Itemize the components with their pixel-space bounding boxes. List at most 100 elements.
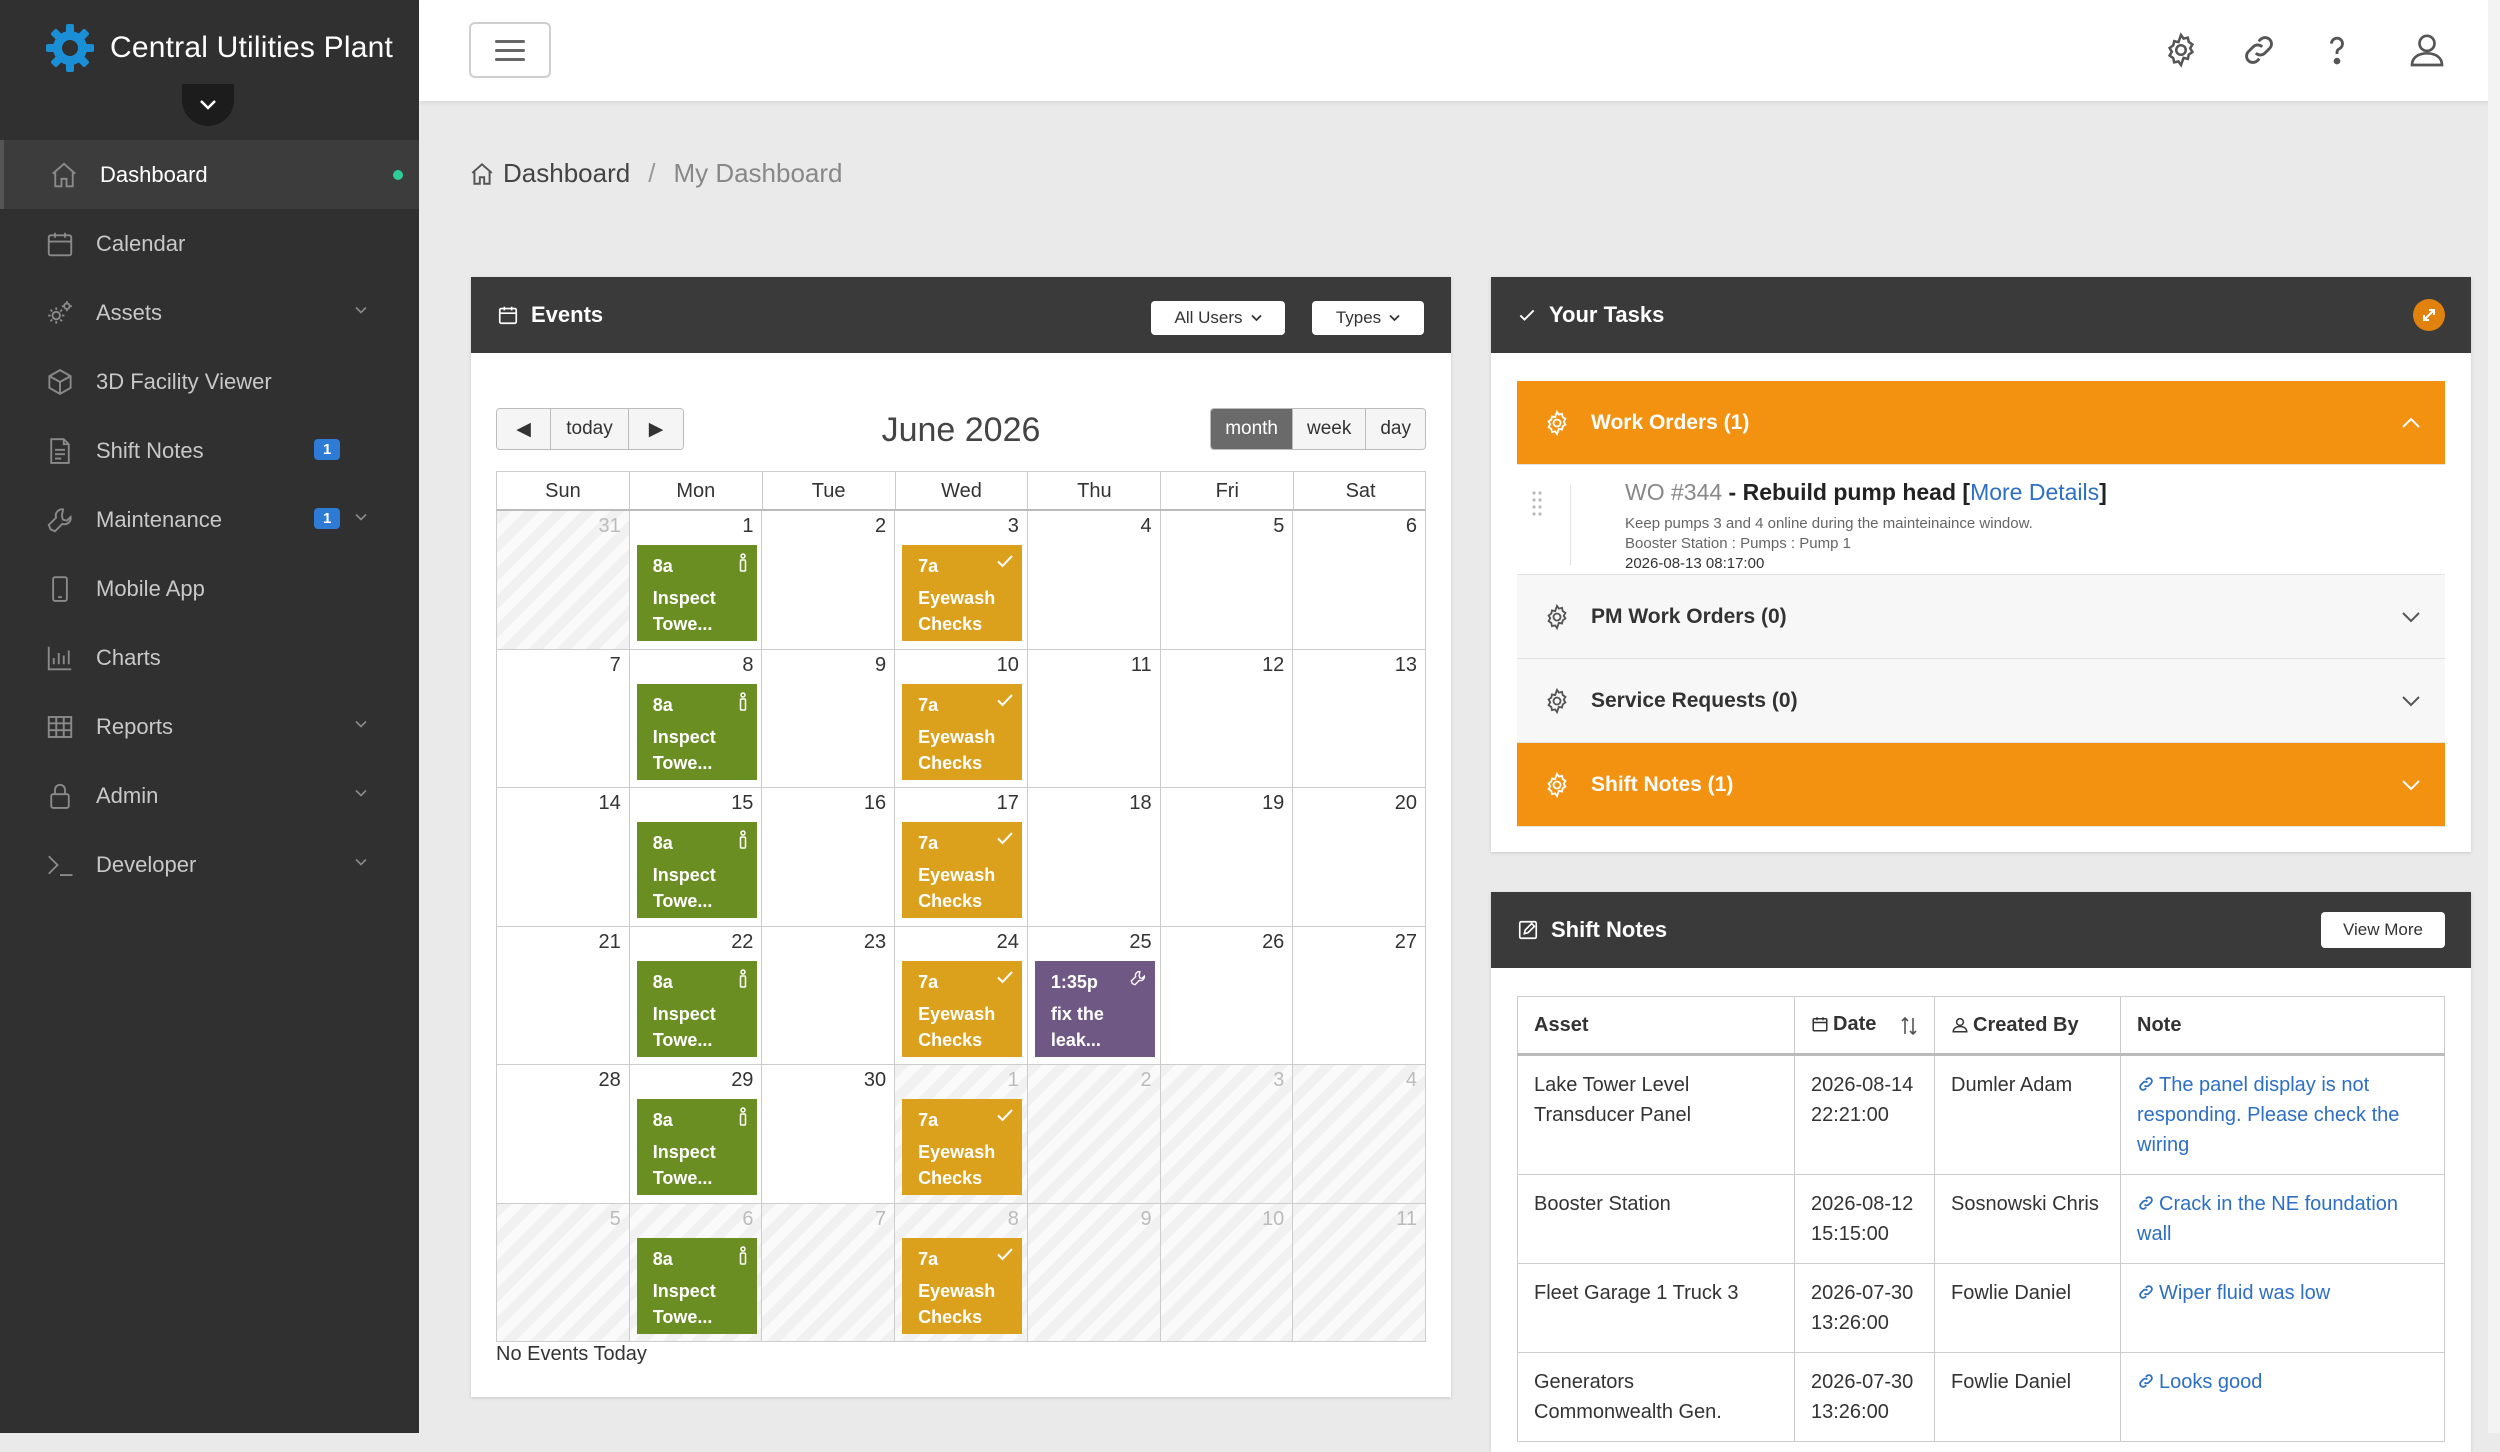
service-requests-header[interactable]: Service Requests (0) [1517, 659, 2445, 743]
calendar-day-cell[interactable]: 7 [497, 649, 630, 788]
prev-month-button[interactable]: ◀ [497, 409, 551, 449]
calendar-day-cell[interactable]: 6 8a Inspect Towe... [629, 1203, 763, 1342]
today-button[interactable]: today [551, 409, 629, 449]
sidebar-item-3d-facility-viewer[interactable]: 3D Facility Viewer [0, 347, 419, 416]
table-row[interactable]: Generators Commonwealth Gen. 2026-07-30 1… [1517, 1352, 2445, 1442]
note-link[interactable]: Wiper fluid was low [2137, 1282, 2330, 1304]
calendar-day-cell[interactable]: 31 [497, 511, 630, 650]
sidebar-item-shift-notes[interactable]: Shift Notes 1 [0, 416, 419, 485]
calendar-day-cell[interactable]: 4 [1027, 511, 1161, 650]
view-more-button[interactable]: View More [2321, 912, 2445, 948]
calendar-day-cell[interactable]: 27 [1293, 926, 1427, 1065]
next-month-button[interactable]: ▶ [629, 409, 683, 449]
view-week-button[interactable]: week [1293, 409, 1367, 449]
calendar-day-cell[interactable]: 2 [1027, 1065, 1161, 1204]
calendar-day-cell[interactable]: 11 [1293, 1203, 1427, 1342]
calendar-day-cell[interactable]: 22 8a Inspect Towe... [629, 926, 763, 1065]
sidebar-item-maintenance[interactable]: Maintenance 1 [0, 485, 419, 554]
settings-icon[interactable] [2159, 28, 2203, 72]
sidebar-item-charts[interactable]: Charts [0, 623, 419, 692]
calendar-day-cell[interactable]: 8 8a Inspect Towe... [629, 649, 763, 788]
page-scrollbar[interactable] [2488, 0, 2500, 1433]
link-icon[interactable] [2237, 28, 2281, 72]
calendar-day-cell[interactable]: 30 [762, 1065, 896, 1204]
menu-toggle-button[interactable] [469, 22, 551, 78]
column-header-note[interactable]: Note [2120, 996, 2445, 1056]
view-month-button[interactable]: month [1211, 409, 1293, 449]
calendar-day-cell[interactable]: 17 7a Eyewash Checks [895, 788, 1028, 927]
calendar-event[interactable]: 7a Eyewash Checks [902, 1099, 1023, 1195]
expand-button[interactable] [2413, 299, 2445, 331]
calendar-day-cell[interactable]: 25 1:35p fix the leak... [1027, 926, 1161, 1065]
calendar-day-cell[interactable]: 16 [762, 788, 896, 927]
calendar-day-cell[interactable]: 24 7a Eyewash Checks [895, 926, 1028, 1065]
work-orders-header[interactable]: Work Orders (1) [1517, 381, 2445, 465]
calendar-day-cell[interactable]: 1 7a Eyewash Checks [895, 1065, 1028, 1204]
more-details-link[interactable]: More Details [1970, 479, 2099, 505]
drag-handle[interactable] [1523, 485, 1571, 565]
sidebar-item-mobile-app[interactable]: Mobile App [0, 554, 419, 623]
calendar-day-cell[interactable]: 14 [497, 788, 630, 927]
calendar-day-cell[interactable]: 8 7a Eyewash Checks [895, 1203, 1028, 1342]
calendar-event[interactable]: 1:35p fix the leak... [1034, 960, 1155, 1057]
calendar-day-cell[interactable]: 12 [1160, 649, 1294, 788]
all-users-dropdown[interactable]: All Users [1151, 301, 1285, 335]
calendar-event[interactable]: 7a Eyewash Checks [902, 822, 1023, 918]
calendar-event[interactable]: 8a Inspect Towe... [636, 960, 757, 1057]
calendar-day-cell[interactable]: 5 [497, 1203, 630, 1342]
table-row[interactable]: Lake Tower Level Transducer Panel 2026-08… [1517, 1054, 2445, 1175]
calendar-day-cell[interactable]: 26 [1160, 926, 1294, 1065]
table-row[interactable]: Booster Station 2026-08-12 15:15:00 Sosnow… [1517, 1174, 2445, 1264]
sidebar-item-reports[interactable]: Reports [0, 692, 419, 761]
sidebar-item-admin[interactable]: Admin [0, 761, 419, 830]
calendar-event[interactable]: 7a Eyewash Checks [902, 683, 1023, 780]
calendar-day-cell[interactable]: 21 [497, 926, 630, 1065]
calendar-day-cell[interactable]: 9 [762, 649, 896, 788]
calendar-day-cell[interactable]: 18 [1027, 788, 1161, 927]
note-link[interactable]: The panel display is not responding. Ple… [2137, 1074, 2399, 1156]
sidebar-item-calendar[interactable]: Calendar [0, 209, 419, 278]
calendar-event[interactable]: 8a Inspect Towe... [636, 822, 757, 918]
sidebar-item-developer[interactable]: Developer [0, 830, 419, 899]
calendar-day-cell[interactable]: 28 [497, 1065, 630, 1204]
calendar-event[interactable]: 7a Eyewash Checks [902, 960, 1023, 1057]
calendar-event[interactable]: 8a Inspect Towe... [636, 1237, 757, 1334]
calendar-event[interactable]: 8a Inspect Towe... [636, 1099, 757, 1195]
view-day-button[interactable]: day [1366, 409, 1425, 449]
user-icon[interactable] [2405, 28, 2449, 72]
calendar-day-cell[interactable]: 7 [762, 1203, 896, 1342]
calendar-event[interactable]: 7a Eyewash Checks [902, 545, 1023, 641]
calendar-day-cell[interactable]: 3 [1160, 1065, 1294, 1204]
column-header-date[interactable]: Date [1794, 996, 1935, 1056]
sidebar-item-assets[interactable]: Assets [0, 278, 419, 347]
calendar-day-cell[interactable]: 3 7a Eyewash Checks [895, 511, 1028, 650]
sidebar-item-dashboard[interactable]: Dashboard [0, 140, 419, 209]
shift-notes-task-header[interactable]: Shift Notes (1) [1517, 743, 2445, 827]
note-link[interactable]: Crack in the NE foundation wall [2137, 1193, 2398, 1245]
help-icon[interactable] [2315, 28, 2359, 72]
breadcrumb-home-link[interactable]: Dashboard [503, 158, 630, 189]
calendar-day-cell[interactable]: 6 [1293, 511, 1427, 650]
column-header-created-by[interactable]: Created By [1934, 996, 2121, 1056]
pm-work-orders-header[interactable]: PM Work Orders (0) [1517, 575, 2445, 659]
column-header-asset[interactable]: Asset [1517, 996, 1795, 1056]
calendar-event[interactable]: 7a Eyewash Checks [902, 1237, 1023, 1334]
calendar-day-cell[interactable]: 1 8a Inspect Towe... [629, 511, 763, 650]
calendar-day-cell[interactable]: 29 8a Inspect Towe... [629, 1065, 763, 1204]
sort-icon[interactable] [1900, 1015, 1918, 1037]
calendar-day-cell[interactable]: 15 8a Inspect Towe... [629, 788, 763, 927]
calendar-day-cell[interactable]: 20 [1293, 788, 1427, 927]
calendar-day-cell[interactable]: 10 7a Eyewash Checks [895, 649, 1028, 788]
types-dropdown[interactable]: Types [1312, 301, 1424, 335]
calendar-day-cell[interactable]: 2 [762, 511, 896, 650]
sidebar-collapse-toggle[interactable] [182, 84, 234, 126]
calendar-event[interactable]: 8a Inspect Towe... [636, 545, 757, 641]
brand[interactable]: Central Utilities Plant [44, 18, 393, 78]
calendar-day-cell[interactable]: 10 [1160, 1203, 1294, 1342]
calendar-day-cell[interactable]: 4 [1293, 1065, 1427, 1204]
calendar-day-cell[interactable]: 19 [1160, 788, 1294, 927]
work-order-item[interactable]: WO #344 - Rebuild pump head [More Detail… [1517, 465, 2445, 575]
calendar-day-cell[interactable]: 23 [762, 926, 896, 1065]
calendar-event[interactable]: 8a Inspect Towe... [636, 683, 757, 780]
calendar-day-cell[interactable]: 5 [1160, 511, 1294, 650]
